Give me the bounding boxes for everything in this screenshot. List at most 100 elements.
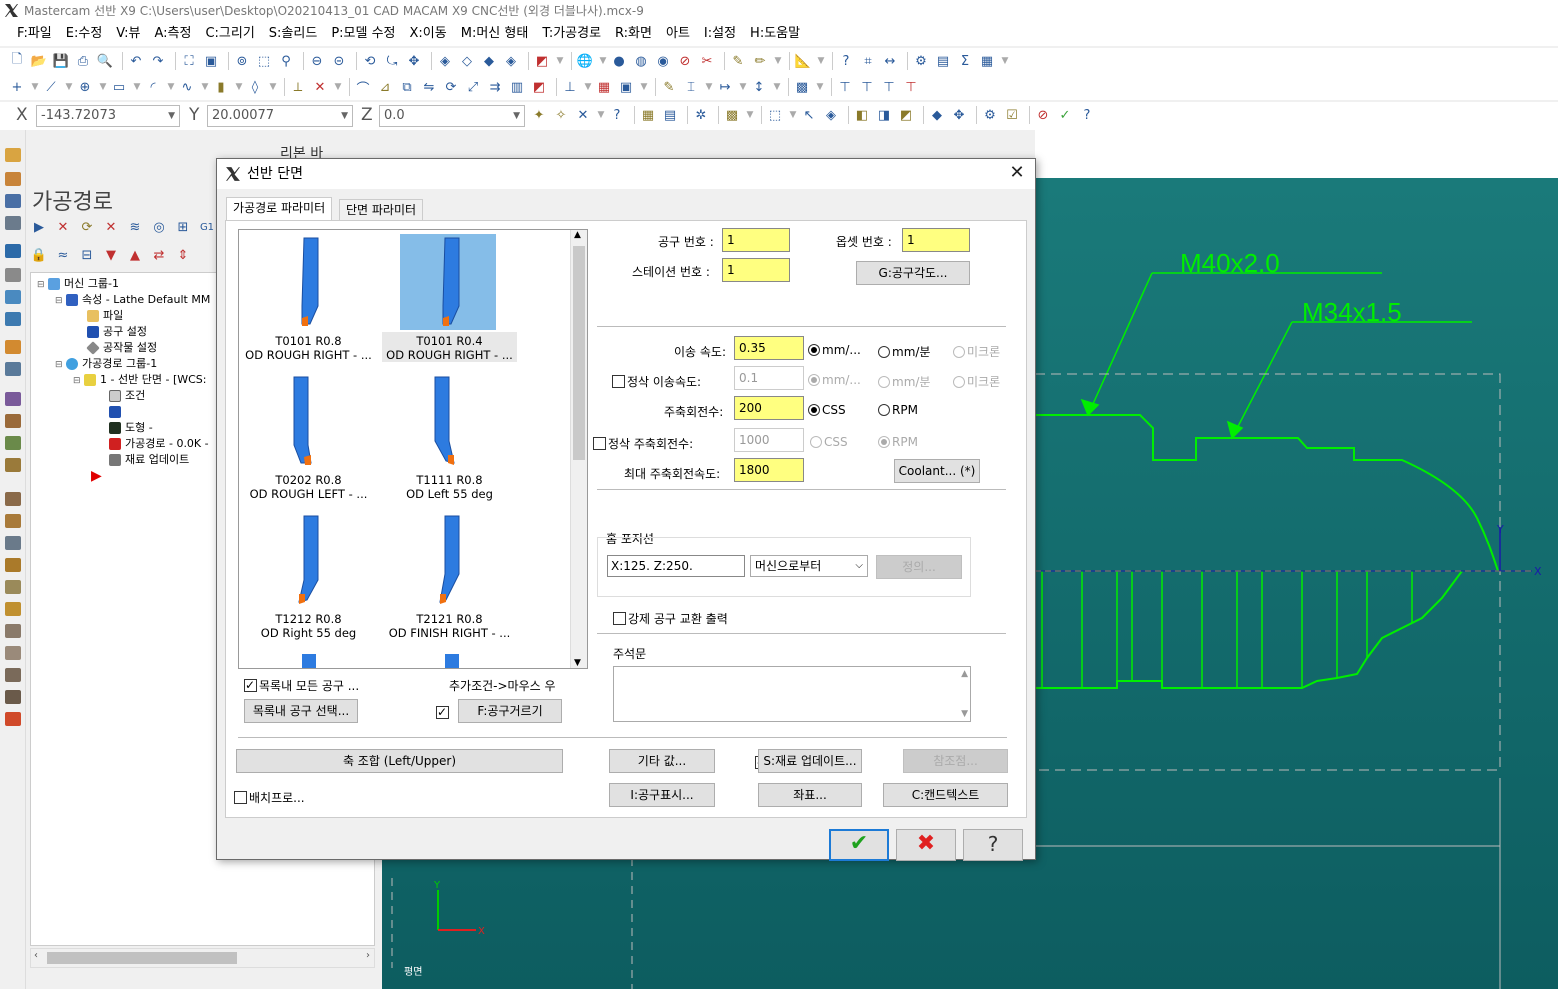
right-view-icon[interactable]: ◈ (502, 52, 520, 70)
lathe-groove-icon[interactable] (5, 436, 21, 450)
point-icon[interactable]: + (8, 78, 26, 96)
view-menu-dropdown-icon[interactable]: ▼ (555, 52, 565, 70)
undo-icon[interactable]: ↶ (127, 52, 145, 70)
lathe-tool-1-icon[interactable]: ⊤ (836, 78, 854, 96)
snap-bar-icon[interactable] (5, 268, 21, 282)
coordinates-button[interactable]: 좌표... (758, 783, 862, 807)
hatch-dropdown-icon[interactable]: ▼ (815, 78, 825, 96)
z-coord-dropdown-icon[interactable]: ▼ (513, 106, 520, 126)
station-number-input[interactable]: 1 (722, 258, 790, 282)
globe-icon[interactable]: 🌐 (576, 52, 594, 70)
tool-item-t1212-r08[interactable]: T1212 R0.8 OD Right 55 deg (241, 510, 376, 640)
translate-icon[interactable]: ⇉ (486, 78, 504, 96)
comment-textarea[interactable]: ▲ ▼ (613, 666, 971, 722)
finish-feed-input[interactable]: 0.1 (734, 366, 804, 390)
zoom-window-icon[interactable]: ⬚ (255, 52, 273, 70)
planes-icon[interactable] (5, 216, 21, 230)
snap-dropdown-icon[interactable]: ▼ (596, 106, 606, 124)
body-select-icon[interactable]: ◨ (875, 106, 893, 124)
layout-icon[interactable]: ▣ (617, 78, 635, 96)
insert-arrow[interactable]: ▶ (91, 469, 102, 484)
levels-icon[interactable] (5, 194, 21, 208)
menu-xform[interactable]: X:이동 (403, 23, 454, 45)
solid-dropdown-icon[interactable]: ▼ (234, 78, 244, 96)
lathe-more-icon[interactable] (5, 690, 21, 704)
tool-item-t0101-r04[interactable]: T0101 R0.4 OD ROUGH RIGHT - ... (382, 232, 517, 362)
verify-ops-icon[interactable]: ◎ (150, 218, 168, 236)
save-icon[interactable]: 💾 (52, 52, 70, 70)
tree-stock-update[interactable]: 재료 업데이트 (109, 453, 189, 467)
measure-dropdown-icon[interactable]: ▼ (816, 52, 826, 70)
pan-icon[interactable]: ✥ (405, 52, 423, 70)
scroll-left-icon[interactable]: ‹ (34, 950, 38, 961)
fast-point-icon[interactable]: ✧ (552, 106, 570, 124)
spline-icon[interactable]: ∿ (178, 78, 196, 96)
dimension-dropdown-icon[interactable]: ▼ (704, 78, 714, 96)
scroll-to-insert-icon[interactable]: ⇕ (174, 246, 192, 264)
section-icon[interactable]: ⊘ (676, 52, 694, 70)
reference-point-button[interactable]: 참조점... (903, 749, 1008, 773)
finish-spindle-rpm-radio[interactable]: RPM (878, 435, 918, 449)
sigma-icon[interactable]: Σ (956, 52, 974, 70)
lathe-finish-icon[interactable] (5, 362, 21, 376)
tool-list[interactable]: T0101 R0.8 OD ROUGH RIGHT - ... T0101 R0.… (238, 229, 588, 669)
tree-geometry[interactable]: 도형 - (109, 421, 153, 435)
edge-select-icon[interactable]: ◩ (897, 106, 915, 124)
hidden-line-icon[interactable]: ◉ (654, 52, 672, 70)
move-up-icon[interactable]: ▲ (126, 246, 144, 264)
zoom-icon[interactable]: ⚲ (277, 52, 295, 70)
y-coord-input[interactable]: 20.00077 ▼ (207, 105, 353, 127)
select-dirty-ops-icon[interactable]: ✕ (54, 218, 72, 236)
toggle-post-icon[interactable]: ⊟ (78, 246, 96, 264)
backplot-ops-icon[interactable]: ≋ (126, 218, 144, 236)
lathe-tool-2-icon[interactable]: ⊤ (858, 78, 876, 96)
backplot-icon[interactable]: ▤ (934, 52, 952, 70)
menu-edit[interactable]: E:수정 (59, 23, 110, 45)
scale-icon[interactable]: ⤢ (464, 78, 482, 96)
help-button[interactable]: ? (963, 829, 1023, 861)
lathe-tool-3-icon[interactable]: ⊤ (880, 78, 898, 96)
tool-filter-button[interactable]: F:공구거르기 (458, 699, 562, 723)
finish-spindle-checkbox[interactable]: 정삭 주축회전수: (593, 435, 693, 452)
pointer-icon[interactable]: ↖ (800, 106, 818, 124)
fit-screen-icon[interactable]: ⛶ (180, 52, 198, 70)
tab-face-parameters[interactable]: 단면 파라미터 (339, 199, 424, 220)
window-select-dropdown-icon[interactable]: ▼ (788, 106, 798, 124)
post-icon[interactable]: G1 (198, 218, 216, 236)
ok-circle-icon[interactable]: ✓ (1056, 106, 1074, 124)
move-down-icon[interactable]: ▼ (102, 246, 120, 264)
tool-list-scroll-thumb[interactable] (573, 246, 585, 460)
tool-number-input[interactable]: 1 (722, 228, 790, 252)
tree-tool-settings[interactable]: 공구 설정 (87, 325, 147, 339)
verify-icon[interactable]: ☑ (1003, 106, 1021, 124)
chamfer-icon[interactable]: ⊿ (376, 78, 394, 96)
lock-icon[interactable]: 🔒 (30, 246, 48, 264)
note-icon[interactable]: ✎ (660, 78, 678, 96)
tool-list-scrollbar[interactable]: ▲ ▼ (570, 230, 587, 668)
scroll-right-icon[interactable]: › (366, 950, 370, 961)
selection-mode-icon[interactable]: ✲ (692, 106, 710, 124)
spindle-rpm-radio[interactable]: RPM (878, 403, 918, 417)
stock-transfer-icon[interactable] (5, 602, 21, 616)
scroll-thumb[interactable] (47, 952, 237, 964)
configure-icon[interactable]: ⚙ (912, 52, 930, 70)
menu-screen[interactable]: R:화면 (608, 23, 659, 45)
tree-stock-setup[interactable]: 공작물 설정 (86, 341, 157, 355)
vertical-dim-dropdown-icon[interactable]: ▼ (772, 78, 782, 96)
solid-icon[interactable]: ▮ (212, 78, 230, 96)
tool-filter-checkbox[interactable] (436, 704, 449, 720)
offset-icon[interactable]: ⧉ (398, 78, 416, 96)
select-all-icon[interactable]: ▦ (639, 106, 657, 124)
home-from-select[interactable]: 머신으로부터 ⌵ (750, 555, 868, 577)
stock-advance-icon[interactable] (5, 624, 21, 638)
trim-icon[interactable]: ⟂ (289, 78, 307, 96)
move-select-icon[interactable]: ✥ (950, 106, 968, 124)
pencil-icon[interactable]: ✏ (751, 52, 769, 70)
chain-icon[interactable]: ▩ (723, 106, 741, 124)
finish-spindle-input[interactable]: 1000 (734, 428, 804, 452)
horizontal-dim-dropdown-icon[interactable]: ▼ (738, 78, 748, 96)
snap-icon[interactable]: ✕ (574, 106, 592, 124)
feed-micron-radio[interactable]: 미크론 (953, 343, 1000, 360)
brush-icon[interactable]: ✎ (729, 52, 747, 70)
filter-icon[interactable]: ⚙ (981, 106, 999, 124)
